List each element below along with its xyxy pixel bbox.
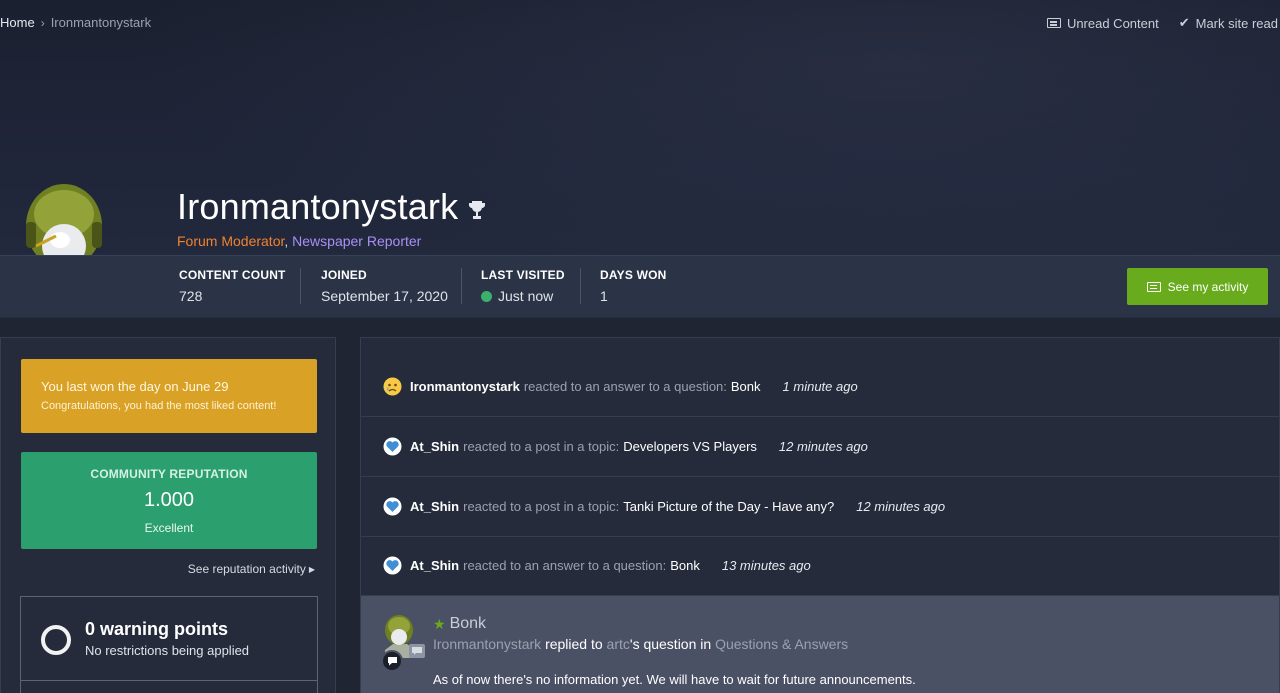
feed-item-link[interactable]: Bonk (731, 379, 761, 394)
stat-joined-label: JOINED (321, 268, 367, 282)
feed-row: At_Shin reacted to a post in a topic: De… (361, 417, 1280, 477)
reputation-value: 1.000 (143, 489, 195, 511)
warning-points-box: 0 warning points No restrictions being a… (20, 596, 318, 693)
stat-last-visited-text: Just now (498, 288, 554, 304)
feed-row: At_Shin reacted to a post in a topic: Ta… (361, 477, 1280, 537)
feed-row: At_Shin reacted to an answer to a questi… (361, 536, 1280, 596)
reputation-description: Excellent (144, 521, 194, 535)
feed-row: Ironmantonystark reacted to an answer to… (361, 357, 1280, 417)
stat-divider (580, 268, 581, 304)
see-my-activity-label: See my activity (1167, 279, 1249, 294)
warning-ring-icon (41, 625, 71, 655)
post-body: As of now there's no information yet. We… (433, 672, 916, 687)
warning-points-subtitle: No restrictions being applied (85, 643, 250, 658)
stat-last-visited-label: LAST VISITED (481, 268, 565, 282)
stat-days-won-label: DAYS WON (600, 268, 667, 282)
breadcrumb-home[interactable]: Home (0, 15, 35, 30)
activity-feed: Ironmantonystark reacted to an answer to… (360, 337, 1280, 693)
community-reputation-box: COMMUNITY REPUTATION 1.000 Excellent (21, 452, 317, 549)
stat-last-visited: LAST VISITED Just now (481, 268, 565, 304)
see-reputation-activity-label: See reputation activity (187, 562, 306, 576)
post-question-in-text: 's question in (629, 636, 712, 652)
online-status-icon (481, 290, 492, 302)
post-target-user-link[interactable]: artc (607, 636, 630, 652)
feed-user-link[interactable]: At_Shin (410, 439, 459, 454)
group-separator: , (284, 233, 289, 249)
stat-joined-value: September 17, 2020 (321, 288, 448, 304)
stat-divider (300, 268, 301, 304)
warning-points-title: 0 warning points (85, 619, 229, 639)
profile-sidebar: You last won the day on June 29 Congratu… (0, 337, 336, 693)
post-title[interactable]: ★ Bonk (433, 615, 486, 633)
stat-last-visited-value: Just now (481, 288, 565, 304)
unread-content-link[interactable]: Unread Content (1046, 15, 1159, 31)
group-forum-moderator: Forum Moderator (177, 233, 285, 249)
feed-action-text: reacted to a post in a topic: (463, 439, 620, 454)
unread-content-label: Unread Content (1066, 15, 1159, 31)
feed-time: 1 minute ago (782, 379, 858, 394)
top-bar: Home › Ironmantonystark Unread Content ✔… (0, 0, 1280, 44)
reputation-label: COMMUNITY REPUTATION (90, 467, 248, 481)
star-icon: ★ (433, 615, 446, 632)
post-replied-to-text: replied to (545, 636, 603, 652)
sad-reaction-icon (383, 377, 402, 396)
post-title-text: Bonk (449, 615, 487, 632)
profile-name: Ironmantonystark (177, 186, 486, 228)
see-my-activity-button[interactable]: See my activity (1127, 268, 1268, 305)
trophy-icon (469, 201, 486, 219)
chevron-right-icon: › (40, 15, 45, 30)
feed-post: ★ Bonk Ironmantonystark replied to artc'… (361, 596, 1279, 693)
stat-days-won-value: 1 (600, 288, 608, 304)
feed-item-link[interactable]: Bonk (670, 558, 700, 573)
day-won-banner: You last won the day on June 29 Congratu… (21, 359, 317, 433)
heart-reaction-icon (383, 437, 402, 456)
check-icon: ✔ (1178, 15, 1190, 30)
post-meta: Ironmantonystark replied to artc's quest… (433, 636, 848, 652)
top-actions: Unread Content ✔ Mark site read (1046, 15, 1278, 31)
feed-user-link[interactable]: At_Shin (410, 499, 459, 514)
heart-reaction-icon (383, 497, 402, 516)
day-won-title: You last won the day on June 29 (41, 379, 229, 394)
stat-joined: JOINED September 17, 2020 (321, 268, 448, 304)
newspaper-icon (1146, 281, 1161, 292)
feed-user-link[interactable]: Ironmantonystark (410, 379, 520, 394)
feed-time: 12 minutes ago (778, 439, 868, 454)
newspaper-icon (1046, 18, 1061, 28)
comment-icon (381, 650, 403, 672)
profile-groups: Forum Moderator, Newspaper Reporter (177, 233, 421, 249)
stat-content-count-value: 728 (179, 288, 203, 304)
stat-content-count-label: CONTENT COUNT (179, 268, 286, 282)
day-won-subtitle: Congratulations, you had the most liked … (41, 400, 277, 412)
breadcrumb-current[interactable]: Ironmantonystark (51, 15, 151, 30)
feed-action-text: reacted to an answer to a question: (463, 558, 667, 573)
heart-reaction-icon (383, 556, 402, 575)
feed-item-link[interactable]: Tanki Picture of the Day - Have any? (623, 499, 834, 514)
profile-stats-bar: CONTENT COUNT 728 JOINED September 17, 2… (0, 255, 1280, 317)
see-reputation-activity-link[interactable]: See reputation activity ▶ (188, 562, 315, 576)
divider (21, 680, 317, 681)
feed-user-link[interactable]: At_Shin (410, 558, 459, 573)
mark-site-read-link[interactable]: ✔ Mark site read (1179, 15, 1278, 31)
group-newspaper-reporter: Newspaper Reporter (292, 233, 422, 249)
post-forum-link[interactable]: Questions & Answers (715, 636, 848, 652)
mark-site-read-label: Mark site read (1195, 15, 1278, 31)
feed-time: 12 minutes ago (856, 499, 946, 514)
feed-action-text: reacted to an answer to a question: (523, 379, 727, 394)
post-user-link[interactable]: Ironmantonystark (433, 636, 541, 652)
caret-right-icon: ▶ (308, 564, 315, 574)
breadcrumb: Home › Ironmantonystark (0, 15, 151, 30)
stat-divider (461, 268, 462, 304)
feed-item-link[interactable]: Developers VS Players (623, 439, 757, 454)
feed-time: 13 minutes ago (721, 558, 811, 573)
feed-action-text: reacted to a post in a topic: (463, 499, 620, 514)
stat-content-count: CONTENT COUNT 728 (179, 268, 286, 304)
stat-days-won: DAYS WON 1 (600, 268, 667, 304)
profile-name-text: Ironmantonystark (177, 186, 459, 227)
